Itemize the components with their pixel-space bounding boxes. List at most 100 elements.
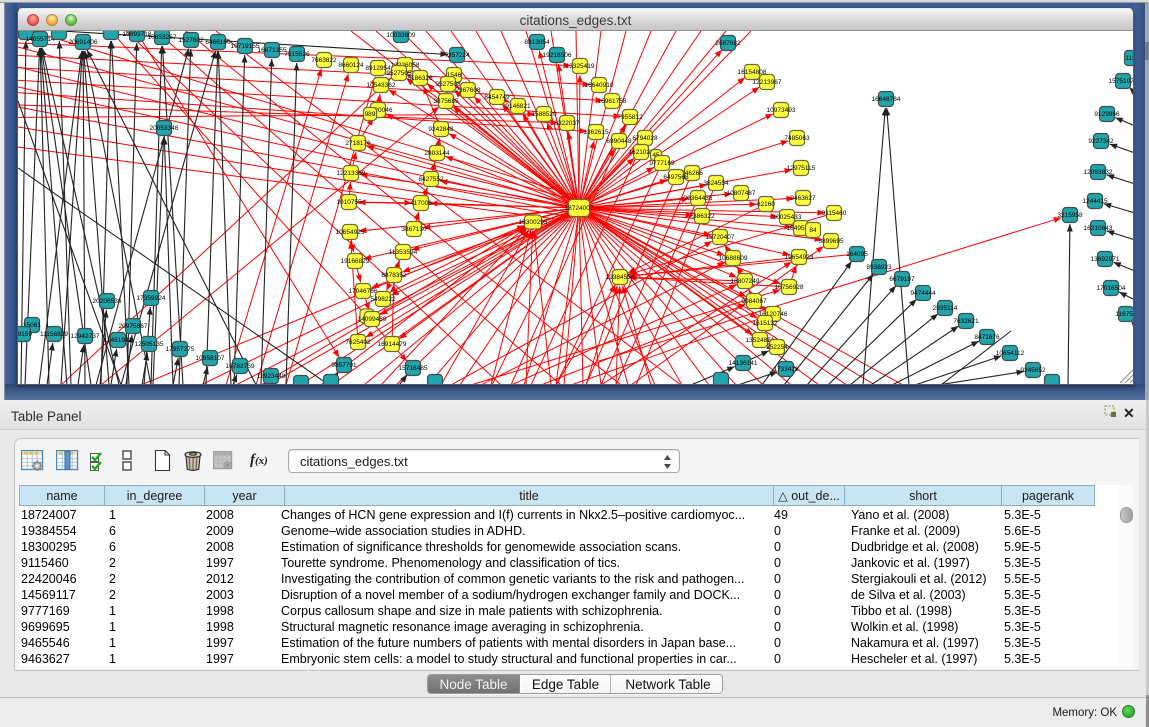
svg-text:16648784: 16648784 [872,96,901,103]
svg-text:9242848: 9242848 [428,126,454,133]
svg-text:15716485: 15716485 [399,365,428,372]
svg-text:12942737: 12942737 [71,333,100,340]
svg-text:10653267: 10653267 [148,34,177,41]
svg-text:17046766: 17046766 [349,288,378,295]
svg-text:7386322: 7386322 [689,213,715,220]
svg-text:8454749: 8454749 [484,94,510,101]
svg-text:9777169: 9777169 [649,160,675,167]
svg-text:12923448: 12923448 [257,373,286,380]
svg-text:16914479: 16914479 [378,341,407,348]
svg-text:19384554: 19384554 [606,274,635,281]
svg-text:62160: 62160 [757,201,775,208]
svg-text:1527602: 1527602 [178,37,204,44]
svg-text:9129966: 9129966 [1094,111,1120,118]
svg-text:10973493: 10973493 [767,107,796,114]
svg-text:15751074: 15751074 [1109,78,1133,85]
svg-text:6466160: 6466160 [205,39,231,46]
svg-text:18724007: 18724007 [565,205,594,212]
svg-text:2803144: 2803144 [424,150,450,157]
svg-text:18300295: 18300295 [519,219,548,226]
svg-text:6990448: 6990448 [606,138,632,145]
svg-text:19218506: 19218506 [543,52,572,59]
svg-text:8878352: 8878352 [381,272,407,279]
svg-text:10688609: 10688609 [719,255,748,262]
svg-text:14055714: 14055714 [26,36,55,43]
svg-text:5498222: 5498222 [370,296,396,303]
svg-text:10807487: 10807487 [727,190,756,197]
svg-text:11353594: 11353594 [389,249,418,256]
svg-text:19654923: 19654923 [785,254,814,261]
svg-text:8186326: 8186326 [407,75,433,82]
svg-text:7955812: 7955812 [617,114,643,121]
svg-text:20053346: 20053346 [150,125,179,132]
svg-text:18807249: 18807249 [731,278,760,285]
svg-text:417006: 417006 [410,200,432,207]
svg-text:3867130: 3867130 [401,226,427,233]
svg-text:16210643: 16210643 [1084,225,1113,232]
svg-text:1615132: 1615132 [752,320,778,327]
svg-text:20364436: 20364436 [684,195,713,202]
svg-text:84: 84 [809,227,817,234]
svg-text:8322037: 8322037 [554,120,580,127]
svg-text:17016504: 17016504 [1097,285,1126,292]
svg-text:9245652: 9245652 [1020,367,1046,374]
svg-text:15720407: 15720407 [706,234,735,241]
svg-text:9463627: 9463627 [790,195,816,202]
svg-text:1244415: 1244415 [1082,198,1108,205]
svg-text:2718176: 2718176 [345,140,371,147]
svg-text:3875685: 3875685 [433,98,459,105]
svg-text:252254: 252254 [766,344,788,351]
svg-text:3624554: 3624554 [703,180,729,187]
svg-text:1362615: 1362615 [583,129,609,136]
svg-text:1733426: 1733426 [773,366,799,373]
svg-text:6899695: 6899695 [818,238,844,245]
svg-text:12975115: 12975115 [787,165,816,172]
svg-text:8938923: 8938923 [866,264,892,271]
svg-text:20206536: 20206536 [93,298,122,305]
svg-text:7485063: 7485063 [784,135,810,142]
svg-text:7357224: 7357224 [444,52,470,59]
svg-text:20975867: 20975867 [119,323,148,330]
svg-text:9474444: 9474444 [910,290,936,297]
svg-text:6679197: 6679197 [889,276,915,283]
svg-text:19166829: 19166829 [341,258,370,265]
svg-text:7663822: 7663822 [311,57,337,64]
svg-text:3215958: 3215958 [1057,212,1083,219]
svg-text:20691406: 20691406 [69,39,98,46]
svg-text:7515526: 7515526 [284,51,310,58]
svg-text:14136141: 14136141 [729,360,758,367]
svg-text:16640910: 16640910 [585,82,614,89]
svg-text:9146821: 9146821 [505,103,531,110]
svg-text:9227342: 9227342 [1088,138,1114,145]
svg-text:9115460: 9115460 [822,210,847,217]
svg-text:14099489: 14099489 [358,316,387,323]
svg-text:9857791: 9857791 [331,362,357,369]
svg-text:11156829: 11156829 [40,331,68,338]
svg-text:8471676: 8471676 [974,334,1000,341]
svg-text:2935114: 2935114 [933,305,958,312]
svg-text:164095: 164095 [846,251,868,258]
svg-text:10958107: 10958107 [196,355,225,362]
svg-text:12093832: 12093832 [1084,169,1113,176]
svg-text:39159: 39159 [18,331,32,338]
svg-text:10033809: 10033809 [387,32,416,39]
svg-text:8813054: 8813054 [524,39,550,46]
svg-text:12505135: 12505135 [135,341,164,348]
svg-text:1010755: 1010755 [336,199,362,206]
svg-text:12213369: 12213369 [337,170,366,177]
svg-text:12213967: 12213967 [753,79,782,86]
svg-text:13692971: 13692971 [1091,256,1120,263]
svg-text:1112: 1112 [1125,55,1133,62]
svg-text:16782759: 16782759 [226,363,255,370]
svg-text:10756928: 10756928 [775,284,804,291]
svg-text:17957275: 17957275 [166,346,195,353]
svg-text:10654112: 10654112 [996,350,1025,357]
svg-text:8427552: 8427552 [418,176,444,183]
svg-text:9084067: 9084067 [741,298,767,305]
svg-text:17359924: 17359924 [137,295,166,302]
svg-text:16961758: 16961758 [598,98,627,105]
svg-text:2367608: 2367608 [455,87,481,94]
svg-text:13325419: 13325419 [566,63,595,70]
svg-text:989: 989 [365,111,376,118]
svg-text:11451941: 11451941 [104,337,133,344]
